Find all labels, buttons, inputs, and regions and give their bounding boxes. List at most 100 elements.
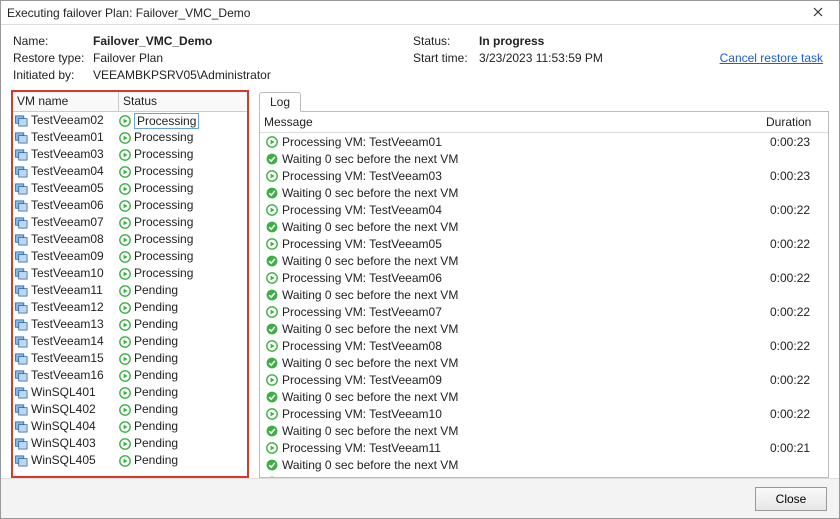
tab-log[interactable]: Log xyxy=(259,92,301,112)
vm-icon xyxy=(15,420,28,433)
play-icon xyxy=(119,370,131,382)
log-message: Processing VM: TestVeeam03 xyxy=(280,169,770,183)
vm-icon xyxy=(15,114,28,127)
log-row[interactable]: Waiting 0 sec before the next VM xyxy=(260,456,828,473)
log-row[interactable]: Waiting 0 sec before the next VM xyxy=(260,150,828,167)
vm-name: WinSQL401 xyxy=(31,384,96,401)
log-row[interactable]: Waiting 0 sec before the next VM xyxy=(260,388,828,405)
log-row[interactable]: Processing VM: TestVeeam110:00:21 xyxy=(260,439,828,456)
log-message: Waiting 0 sec before the next VM xyxy=(280,288,770,302)
vm-row[interactable]: TestVeeam11Pending xyxy=(13,282,247,299)
log-row[interactable]: Waiting 0 sec before the next VM xyxy=(260,422,828,439)
vm-name: TestVeeam01 xyxy=(31,129,104,146)
vm-status: Processing xyxy=(134,231,193,248)
vm-row[interactable]: TestVeeam03Processing xyxy=(13,146,247,163)
vm-name: TestVeeam15 xyxy=(31,350,104,367)
log-duration: 0:00:22 xyxy=(770,237,824,251)
vm-row[interactable]: WinSQL405Pending xyxy=(13,452,247,469)
play-icon xyxy=(119,336,131,348)
log-row[interactable]: Waiting 0 sec before the next VM xyxy=(260,218,828,235)
log-row[interactable]: Waiting 0 sec before the next VM xyxy=(260,354,828,371)
check-icon xyxy=(264,153,280,165)
vm-row[interactable]: TestVeeam08 Processing xyxy=(13,231,247,248)
log-row[interactable]: Processing VM: TestVeeam010:00:23 xyxy=(260,133,828,150)
play-icon xyxy=(264,238,280,250)
window-title: Executing failover Plan: Failover_VMC_De… xyxy=(7,6,803,20)
log-duration: 0:00:22 xyxy=(770,373,824,387)
vm-icon xyxy=(15,216,28,229)
log-message: Waiting for resources availability xyxy=(280,475,770,478)
log-row[interactable]: Processing VM: TestVeeam030:00:23 xyxy=(260,167,828,184)
vm-row[interactable]: TestVeeam07 Processing xyxy=(13,214,247,231)
vm-row[interactable]: TestVeeam06Processing xyxy=(13,197,247,214)
info-left: Name:Failover_VMC_Demo Restore type:Fail… xyxy=(13,33,413,84)
vm-row[interactable]: TestVeeam09Processing xyxy=(13,248,247,265)
vm-icon xyxy=(15,250,28,263)
vm-row[interactable]: WinSQL404Pending xyxy=(13,418,247,435)
vm-row[interactable]: WinSQL403Pending xyxy=(13,435,247,452)
vm-row[interactable]: TestVeeam02Processing xyxy=(13,112,247,129)
log-message: Waiting 0 sec before the next VM xyxy=(280,424,770,438)
dialog-window: Executing failover Plan: Failover_VMC_De… xyxy=(0,0,840,519)
vm-row[interactable]: TestVeeam13Pending xyxy=(13,316,247,333)
check-icon xyxy=(264,255,280,267)
log-row[interactable]: Waiting 0 sec before the next VM xyxy=(260,252,828,269)
vm-row[interactable]: TestVeeam14Pending xyxy=(13,333,247,350)
vm-row[interactable]: TestVeeam01Processing xyxy=(13,129,247,146)
log-message: Waiting 0 sec before the next VM xyxy=(280,186,770,200)
log-row[interactable]: Processing VM: TestVeeam060:00:22 xyxy=(260,269,828,286)
log-row[interactable]: Waiting for resources availability0:00:2… xyxy=(260,473,828,477)
log-message: Waiting 0 sec before the next VM xyxy=(280,356,770,370)
vm-row[interactable]: TestVeeam10Processing xyxy=(13,265,247,282)
cancel-restore-link[interactable]: Cancel restore task xyxy=(720,51,823,65)
log-row[interactable]: Processing VM: TestVeeam050:00:22 xyxy=(260,235,828,252)
vm-status: Pending xyxy=(134,418,178,435)
log-row[interactable]: Processing VM: TestVeeam040:00:22 xyxy=(260,201,828,218)
vm-body[interactable]: TestVeeam02ProcessingTestVeeam01Processi… xyxy=(13,112,247,476)
log-col-duration[interactable]: Duration xyxy=(766,115,824,129)
vm-name: TestVeeam08 xyxy=(31,231,104,248)
log-row[interactable]: Waiting 0 sec before the next VM xyxy=(260,286,828,303)
vm-row[interactable]: TestVeeam12Pending xyxy=(13,299,247,316)
check-icon xyxy=(264,187,280,199)
vm-name: TestVeeam03 xyxy=(31,146,104,163)
vm-name: TestVeeam07 xyxy=(31,214,104,231)
log-duration: 0:00:22 xyxy=(770,339,824,353)
vm-row[interactable]: TestVeeam15Pending xyxy=(13,350,247,367)
vm-row[interactable]: TestVeeam05Processing xyxy=(13,180,247,197)
log-row[interactable]: Processing VM: TestVeeam080:00:22 xyxy=(260,337,828,354)
log-col-message[interactable]: Message xyxy=(264,115,766,129)
vm-name: TestVeeam16 xyxy=(31,367,104,384)
vm-col-name[interactable]: VM name xyxy=(13,92,119,111)
vm-row[interactable]: TestVeeam04Processing xyxy=(13,163,247,180)
check-icon xyxy=(264,476,280,478)
log-row[interactable]: Processing VM: TestVeeam100:00:22 xyxy=(260,405,828,422)
log-message: Waiting 0 sec before the next VM xyxy=(280,220,770,234)
vm-row[interactable]: WinSQL402Pending xyxy=(13,401,247,418)
vm-col-status[interactable]: Status xyxy=(119,92,247,111)
log-header: Message Duration xyxy=(260,112,828,133)
vm-row[interactable]: TestVeeam16Pending xyxy=(13,367,247,384)
log-scroll[interactable]: Processing VM: TestVeeam010:00:23Waiting… xyxy=(260,133,828,477)
vm-name: TestVeeam14 xyxy=(31,333,104,350)
log-row[interactable]: Processing VM: TestVeeam090:00:22 xyxy=(260,371,828,388)
log-row[interactable]: Processing VM: TestVeeam070:00:22 xyxy=(260,303,828,320)
content-area: VM name Status TestVeeam02ProcessingTest… xyxy=(1,90,839,478)
play-icon xyxy=(119,319,131,331)
vm-icon xyxy=(15,165,28,178)
log-row[interactable]: Waiting 0 sec before the next VM xyxy=(260,184,828,201)
play-icon xyxy=(119,438,131,450)
close-button[interactable]: Close xyxy=(755,487,827,511)
vm-status: Processing xyxy=(134,248,193,265)
vm-icon xyxy=(15,437,28,450)
log-message: Waiting 0 sec before the next VM xyxy=(280,322,770,336)
vm-row[interactable]: WinSQL401 Pending xyxy=(13,384,247,401)
window-close-button[interactable] xyxy=(803,3,833,23)
restore-type-value: Failover Plan xyxy=(93,50,163,67)
vm-status: Processing xyxy=(134,180,193,197)
log-row[interactable]: Waiting 0 sec before the next VM xyxy=(260,320,828,337)
vm-status: Processing xyxy=(134,163,193,180)
vm-status: Processing xyxy=(134,214,193,231)
vm-status: Pending xyxy=(134,384,178,401)
play-icon xyxy=(264,306,280,318)
